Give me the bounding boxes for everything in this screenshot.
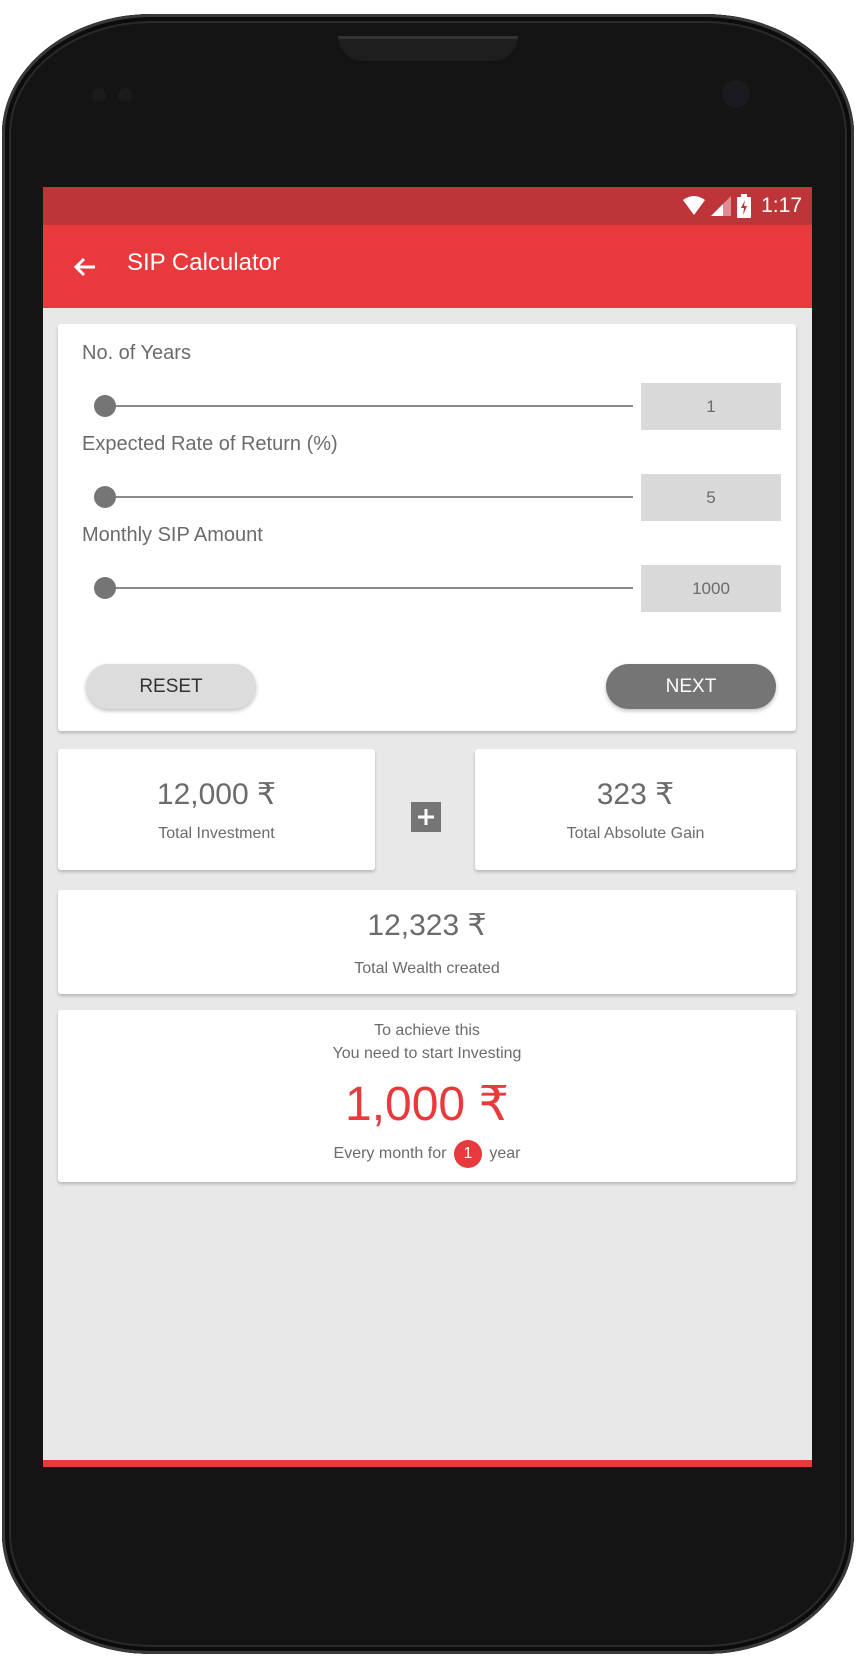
app-bar: SIP Calculator [43, 225, 812, 308]
total-investment-card: 12,000 ₹ Total Investment [58, 749, 375, 870]
achieve-line1: To achieve this [374, 1022, 480, 1039]
monthly-amount: 1,000 ₹ [345, 1078, 509, 1131]
rate-label: Expected Rate of Return (%) [82, 433, 338, 455]
total-wealth-value: 12,323 ₹ [367, 909, 487, 942]
duration-line: Every month for 1 year [58, 1140, 796, 1168]
amount-label: Monthly SIP Amount [82, 524, 263, 546]
total-gain-value: 323 ₹ [596, 778, 675, 811]
total-investment-label: Total Investment [158, 825, 275, 842]
years-slider-thumb[interactable] [94, 395, 116, 417]
cell-signal-icon [711, 196, 732, 216]
input-card: No. of Years 1 Expected Rate of Return (… [58, 324, 796, 731]
duration-prefix: Every month for [333, 1145, 447, 1163]
status-bar: 1:17 [43, 187, 812, 225]
sensor [92, 88, 106, 102]
front-camera [722, 80, 750, 108]
rate-slider-track[interactable] [103, 496, 633, 498]
rate-slider-thumb[interactable] [94, 486, 116, 508]
earpiece-speaker [338, 36, 518, 61]
amount-slider-thumb[interactable] [94, 577, 116, 599]
app-screen: 1:17 SIP Calculator No. of Years 1 Expec… [43, 187, 812, 1467]
duration-suffix: year [489, 1145, 521, 1163]
years-label: No. of Years [82, 342, 191, 364]
status-time: 1:17 [761, 194, 802, 217]
achieve-card: To achieve this You need to start Invest… [58, 1010, 796, 1182]
years-slider-track[interactable] [103, 405, 633, 407]
wifi-icon [683, 196, 706, 215]
amount-input[interactable]: 1000 [641, 565, 781, 612]
battery-charging-icon [737, 194, 752, 218]
total-investment-value: 12,000 ₹ [156, 778, 277, 811]
total-gain-label: Total Absolute Gain [566, 825, 705, 842]
page-title: SIP Calculator [127, 249, 280, 276]
amount-slider-track[interactable] [103, 587, 633, 589]
achieve-line2: You need to start Investing [332, 1045, 522, 1062]
plus-icon [411, 802, 441, 832]
total-wealth-label: Total Wealth created [354, 960, 500, 977]
total-wealth-card: 12,323 ₹ Total Wealth created [58, 890, 796, 994]
bottom-accent-bar [43, 1460, 812, 1467]
rate-input[interactable]: 5 [641, 474, 781, 521]
next-button[interactable]: NEXT [606, 664, 776, 709]
arrow-back-icon[interactable] [69, 251, 101, 283]
total-gain-card: 323 ₹ Total Absolute Gain [475, 749, 796, 870]
sensor [118, 88, 132, 102]
years-input[interactable]: 1 [641, 383, 781, 430]
years-badge: 1 [453, 1140, 482, 1168]
reset-button[interactable]: RESET [86, 664, 256, 709]
